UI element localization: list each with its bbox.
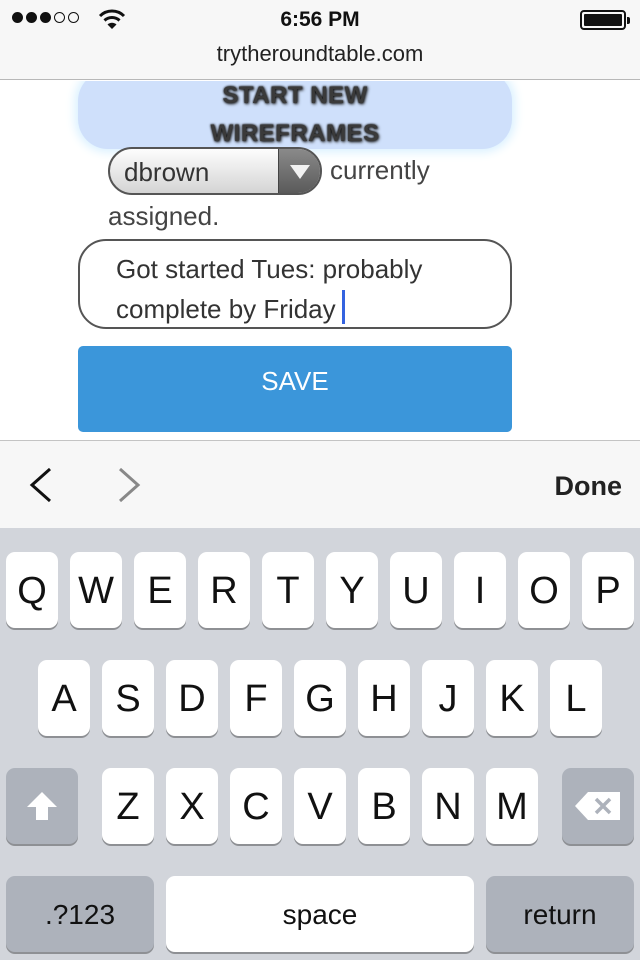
- key-a[interactable]: A: [38, 660, 90, 736]
- key-d[interactable]: D: [166, 660, 218, 736]
- return-key[interactable]: return: [486, 876, 634, 952]
- start-new-wireframes-button[interactable]: START NEW WIREFRAMES: [78, 81, 512, 149]
- key-h[interactable]: H: [358, 660, 410, 736]
- chevron-right-icon[interactable]: [108, 465, 148, 505]
- key-c[interactable]: C: [230, 768, 282, 844]
- backspace-key[interactable]: [562, 768, 634, 844]
- key-j[interactable]: J: [422, 660, 474, 736]
- key-l[interactable]: L: [550, 660, 602, 736]
- key-z[interactable]: Z: [102, 768, 154, 844]
- key-f[interactable]: F: [230, 660, 282, 736]
- chevron-down-icon: [278, 149, 320, 193]
- key-i[interactable]: I: [454, 552, 506, 628]
- key-m[interactable]: M: [486, 768, 538, 844]
- key-e[interactable]: E: [134, 552, 186, 628]
- keyboard-accessory-bar: Done: [0, 440, 640, 528]
- battery-full-icon: [580, 10, 630, 30]
- status-time: 6:56 PM: [280, 8, 360, 31]
- key-u[interactable]: U: [390, 552, 442, 628]
- key-r[interactable]: R: [198, 552, 250, 628]
- key-v[interactable]: V: [294, 768, 346, 844]
- chevron-left-icon[interactable]: [22, 465, 62, 505]
- key-y[interactable]: Y: [326, 552, 378, 628]
- shift-key[interactable]: [6, 768, 78, 844]
- start-button-label-1: START NEW: [222, 82, 368, 109]
- assignee-select[interactable]: dbrown: [108, 147, 322, 195]
- page-content: START NEW WIREFRAMES dbrown currently as…: [0, 81, 640, 440]
- assignee-select-value: dbrown: [124, 157, 210, 187]
- key-w[interactable]: W: [70, 552, 122, 628]
- keyboard: QWERTYUIOP ASDFGHJKL ZXCVBNM .?123 space…: [0, 528, 640, 960]
- browser-top-bar: 6:56 PM trytheroundtable.com: [0, 0, 640, 80]
- key-b[interactable]: B: [358, 768, 410, 844]
- address-bar[interactable]: trytheroundtable.com: [0, 41, 640, 67]
- note-line-2: complete by Friday: [116, 294, 336, 324]
- assigned-text: currently: [330, 155, 430, 185]
- save-button[interactable]: SAVE: [78, 346, 512, 432]
- space-key[interactable]: space: [166, 876, 474, 952]
- text-cursor: [341, 290, 345, 324]
- shift-up-arrow-icon: [27, 792, 57, 820]
- key-o[interactable]: O: [518, 552, 570, 628]
- key-p[interactable]: P: [582, 552, 634, 628]
- assigned-text-cont: assigned.: [108, 201, 220, 231]
- key-t[interactable]: T: [262, 552, 314, 628]
- note-line-1: Got started Tues: probably: [116, 254, 423, 284]
- key-g[interactable]: G: [294, 660, 346, 736]
- key-x[interactable]: X: [166, 768, 218, 844]
- key-k[interactable]: K: [486, 660, 538, 736]
- key-n[interactable]: N: [422, 768, 474, 844]
- numbers-key[interactable]: .?123: [6, 876, 154, 952]
- key-q[interactable]: Q: [6, 552, 58, 628]
- note-textarea[interactable]: Got started Tues: probably complete by F…: [78, 239, 512, 329]
- done-button[interactable]: Done: [555, 471, 623, 502]
- backspace-icon: [575, 792, 620, 820]
- key-s[interactable]: S: [102, 660, 154, 736]
